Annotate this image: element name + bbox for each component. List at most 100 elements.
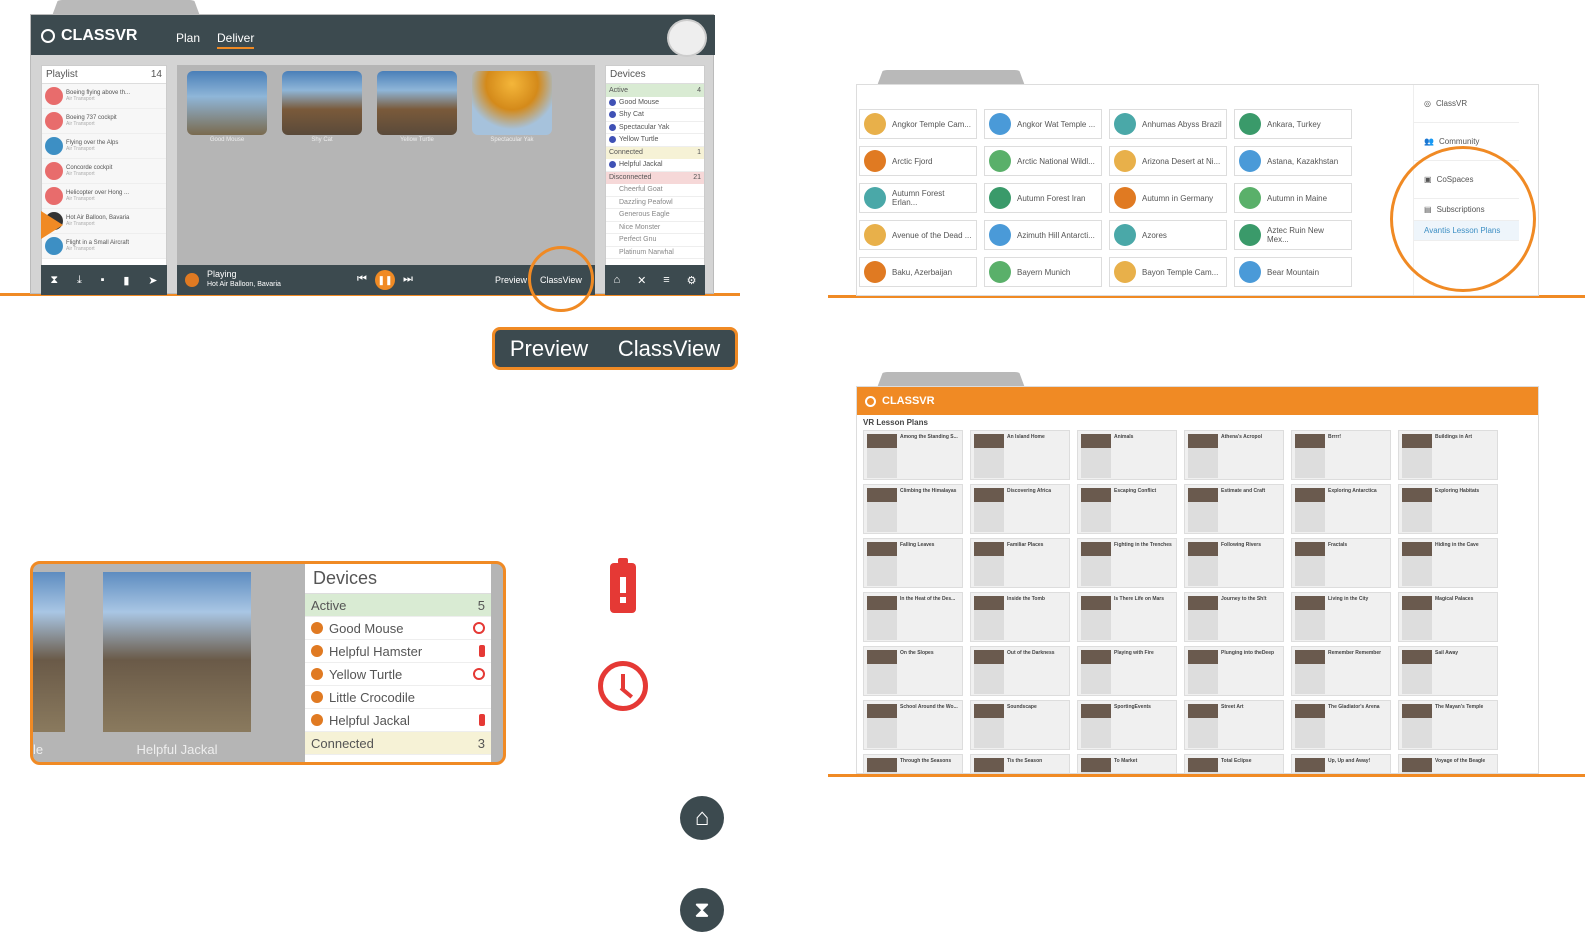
device-thumbnail[interactable] [282,71,362,135]
device-row[interactable]: Generous Eagle [606,209,704,222]
content-tile[interactable]: Baku, Azerbaijan [859,257,977,287]
lesson-card[interactable]: Total Eclipse [1184,754,1284,773]
lesson-card[interactable]: Discovering Africa [970,484,1070,534]
hourglass-icon[interactable]: ⧗ [50,274,58,287]
content-tile[interactable]: Astana, Kazakhstan [1234,146,1352,176]
lesson-card[interactable]: On the Slopes [863,646,963,696]
lesson-card[interactable]: Remember Remember [1291,646,1391,696]
sidebar-item-classvr[interactable]: ◎ ClassVR [1414,85,1519,123]
lesson-card[interactable]: The Gladiator's Arena [1291,700,1391,750]
lesson-card[interactable]: Buildings in Art [1398,430,1498,480]
device-row[interactable]: Helpful Jackal [606,159,704,172]
content-tile[interactable]: Bear Mountain [1234,257,1352,287]
lesson-card[interactable]: Among the Standing S... [863,430,963,480]
content-tile[interactable]: Azores [1109,220,1227,250]
lesson-card[interactable]: The Mayan's Temple [1398,700,1498,750]
lesson-card[interactable]: Following Rivers [1184,538,1284,588]
lesson-card[interactable]: School Around the Wo... [863,700,963,750]
device-row[interactable]: Dazzling Peafowl [606,197,704,209]
lesson-card[interactable]: Soundscape [970,700,1070,750]
device-thumbnail[interactable] [472,71,552,135]
lesson-card[interactable]: Up, Up and Away! [1291,754,1391,773]
trash-icon[interactable]: ▮ [123,274,129,287]
mute-icon[interactable]: ✕ [637,274,646,287]
lesson-card[interactable]: Escaping Conflict [1077,484,1177,534]
preview-button-large[interactable]: Preview [510,336,588,362]
lesson-card[interactable]: Animals [1077,430,1177,480]
lesson-card[interactable]: Brrrr! [1291,430,1391,480]
lesson-card[interactable]: Familiar Places [970,538,1070,588]
device-row[interactable]: Spectacular Yak [606,122,704,134]
list-item[interactable]: Boeing flying above th... Air Transport [42,84,166,109]
lesson-card[interactable]: Journey to the Sh!t [1184,592,1284,642]
gear-icon[interactable]: ⚙ [687,274,697,287]
lesson-card[interactable]: Magical Palaces [1398,592,1498,642]
device-row[interactable]: Helpful Hamster [305,640,491,663]
lesson-card[interactable]: Plunging into theDeep [1184,646,1284,696]
device-row[interactable]: Nice Monster [606,222,704,234]
lesson-card[interactable]: Street Art [1184,700,1284,750]
device-row[interactable]: Little Crocodile [305,686,491,709]
content-tile[interactable]: Azimuth Hill Antarcti... [984,220,1102,250]
content-tile[interactable]: Autumn in Maine [1234,183,1352,213]
device-thumbnail[interactable] [33,572,65,732]
content-tile[interactable]: Avenue of the Dead ... [859,220,977,250]
content-tile[interactable]: Arctic National Wildl... [984,146,1102,176]
lesson-card[interactable]: Athena's Acropol [1184,430,1284,480]
nav-plan[interactable]: Plan [176,31,200,45]
content-tile[interactable]: Bayern Munich [984,257,1102,287]
lesson-card[interactable]: Exploring Habitats [1398,484,1498,534]
list-item[interactable]: Flying over the Alps Air Transport [42,134,166,159]
lesson-card[interactable]: Sail Away [1398,646,1498,696]
avatar[interactable] [667,19,707,57]
lesson-card[interactable]: Estimate and Craft [1184,484,1284,534]
device-row[interactable]: Good Mouse [305,617,491,640]
preview-button[interactable]: Preview [495,275,527,285]
lesson-card[interactable]: SportingEvents [1077,700,1177,750]
lesson-card[interactable]: Through the Seasons [863,754,963,773]
content-tile[interactable]: Bayon Temple Cam... [1109,257,1227,287]
prev-icon[interactable]: ⏮ [357,273,367,286]
save-icon[interactable]: ▪ [101,274,105,286]
list-item[interactable]: Boeing 737 cockpit Air Transport [42,109,166,134]
lesson-card[interactable]: Falling Leaves [863,538,963,588]
device-thumbnail[interactable] [187,71,267,135]
content-tile[interactable]: Ankara, Turkey [1234,109,1352,139]
device-row[interactable]: Platinum Narwhal [606,247,704,259]
lesson-card[interactable]: Fighting in the Trenches [1077,538,1177,588]
lesson-card[interactable]: Voyage of the Beagle [1398,754,1498,773]
home-icon[interactable]: ⌂ [613,274,620,286]
lesson-card[interactable]: In the Heat of the Des... [863,592,963,642]
content-tile[interactable]: Anhumas Abyss Brazil [1109,109,1227,139]
lesson-card[interactable]: Hiding in the Cave [1398,538,1498,588]
lesson-card[interactable]: Is There Life on Mars [1077,592,1177,642]
send-icon[interactable]: ➤ [148,274,157,287]
pause-icon[interactable]: ❚❚ [375,270,395,290]
list-item[interactable]: Concorde cockpit Air Transport [42,159,166,184]
content-tile[interactable]: Arctic Fjord [859,146,977,176]
content-tile[interactable]: Autumn Forest Iran [984,183,1102,213]
filter-icon[interactable]: ≡ [663,274,669,286]
classview-button-large[interactable]: ClassView [618,336,720,362]
content-tile[interactable]: Arizona Desert at Ni... [1109,146,1227,176]
lesson-card[interactable]: Tis the Season [970,754,1070,773]
download-icon[interactable]: ⤓ [77,274,82,287]
content-tile[interactable]: Autumn Forest Erlan... [859,183,977,213]
device-row[interactable]: Helpful Jackal [305,709,491,732]
content-tile[interactable]: Aztec Ruin New Mex... [1234,220,1352,250]
lesson-card[interactable]: An Island Home [970,430,1070,480]
nav-deliver[interactable]: Deliver [217,31,255,49]
lesson-card[interactable]: Inside the Tomb [970,592,1070,642]
lesson-card[interactable]: Living in the City [1291,592,1391,642]
lesson-card[interactable]: To Market [1077,754,1177,773]
next-icon[interactable]: ⏭ [403,273,413,286]
list-item[interactable]: Helicopter over Hong ... Air Transport [42,184,166,209]
lesson-card[interactable]: Exploring Antarctica [1291,484,1391,534]
lesson-card[interactable]: Climbing the Himalayas [863,484,963,534]
device-row[interactable]: Yellow Turtle [305,663,491,686]
device-row[interactable]: Perfect Gnu [606,234,704,247]
content-tile[interactable]: Angkor Wat Temple ... [984,109,1102,139]
device-thumbnail[interactable] [103,572,251,732]
device-row[interactable]: Good Mouse [606,97,704,109]
device-row[interactable]: Cheerful Goat [606,184,704,197]
